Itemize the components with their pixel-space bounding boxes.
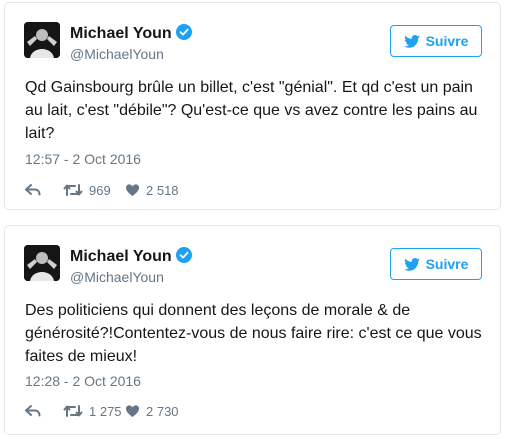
reply-button[interactable] [25, 404, 63, 418]
tweet-card: Michael Youn @MichaelYoun Suivre Qd Gain… [4, 2, 501, 210]
tweet-timestamp[interactable]: 12:57 - 2 Oct 2016 [25, 151, 141, 167]
avatar[interactable] [24, 245, 60, 281]
follow-label: Suivre [425, 256, 469, 272]
author-name-text: Michael Youn [70, 248, 172, 265]
heart-icon [125, 184, 140, 197]
like-button[interactable]: 2 730 [125, 404, 179, 419]
retweet-count: 969 [89, 182, 111, 198]
follow-button[interactable]: Suivre [390, 25, 482, 57]
reply-icon [25, 405, 41, 417]
reply-icon [25, 184, 41, 196]
follow-label: Suivre [425, 33, 469, 49]
reply-button[interactable] [25, 183, 63, 197]
verified-badge-icon [175, 24, 192, 40]
author-name[interactable]: Michael Youn [70, 24, 192, 43]
retweet-count: 1 275 [89, 403, 122, 419]
verified-badge-icon [175, 247, 192, 263]
author-handle[interactable]: @MichaelYoun [70, 46, 164, 62]
tweet-actions: 969 2 518 [25, 180, 179, 200]
retweet-icon [63, 184, 83, 196]
like-button[interactable]: 2 518 [125, 183, 179, 198]
tweet-actions: 1 275 2 730 [25, 401, 179, 421]
follow-button[interactable]: Suivre [390, 248, 482, 280]
tweet-timestamp[interactable]: 12:28 - 2 Oct 2016 [25, 373, 141, 389]
author-name-text: Michael Youn [70, 25, 172, 42]
retweet-icon [63, 405, 83, 417]
tweet-card: Michael Youn @MichaelYoun Suivre Des pol… [4, 225, 501, 435]
retweet-button[interactable]: 1 275 [63, 404, 125, 419]
retweet-button[interactable]: 969 [63, 183, 125, 198]
like-count: 2 730 [146, 403, 179, 419]
tweet-text: Des politiciens qui donnent des leçons d… [25, 302, 482, 365]
author-name[interactable]: Michael Youn [70, 247, 192, 266]
author-handle[interactable]: @MichaelYoun [70, 269, 164, 285]
tweet-text: Qd Gainsbourg brûle un billet, c'est "gé… [25, 79, 478, 142]
heart-icon [125, 405, 140, 418]
twitter-bird-icon [403, 34, 420, 48]
avatar[interactable] [24, 22, 60, 58]
like-count: 2 518 [146, 182, 179, 198]
twitter-bird-icon [403, 257, 420, 271]
